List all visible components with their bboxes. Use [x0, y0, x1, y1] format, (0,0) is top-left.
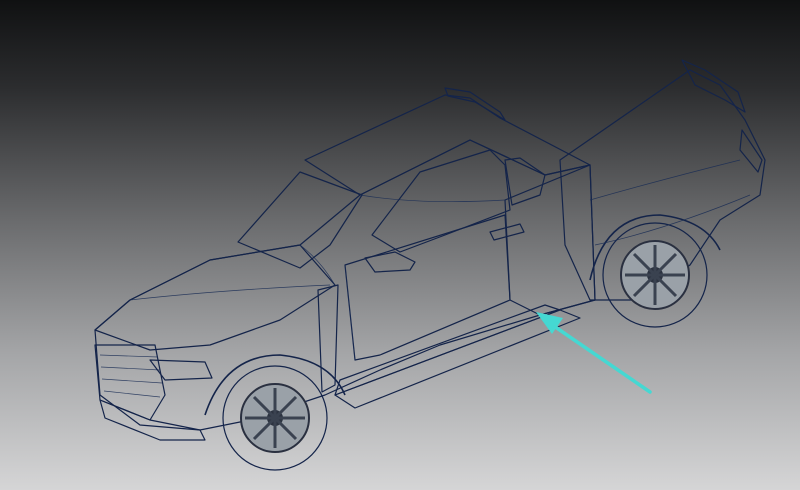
cad-viewport[interactable] [0, 0, 800, 490]
front-wheel[interactable] [222, 365, 328, 471]
highlighted-a-pillar[interactable] [317, 284, 339, 393]
highlighted-pillar[interactable] [504, 164, 596, 316]
running-board[interactable] [334, 309, 581, 409]
hood[interactable] [94, 244, 336, 351]
truck-model-view[interactable] [0, 0, 800, 490]
roof-rail [444, 87, 506, 121]
windshield [237, 171, 363, 269]
grille-slats [99, 354, 163, 398]
roof[interactable] [304, 94, 591, 196]
tailgate-wing[interactable] [681, 59, 746, 113]
rear-wheel[interactable] [602, 222, 708, 328]
side-mirror[interactable] [364, 251, 416, 273]
taillight [739, 129, 763, 173]
truck-body[interactable] [94, 139, 596, 431]
front-bumper [99, 399, 206, 441]
arrow-icon [536, 312, 652, 394]
